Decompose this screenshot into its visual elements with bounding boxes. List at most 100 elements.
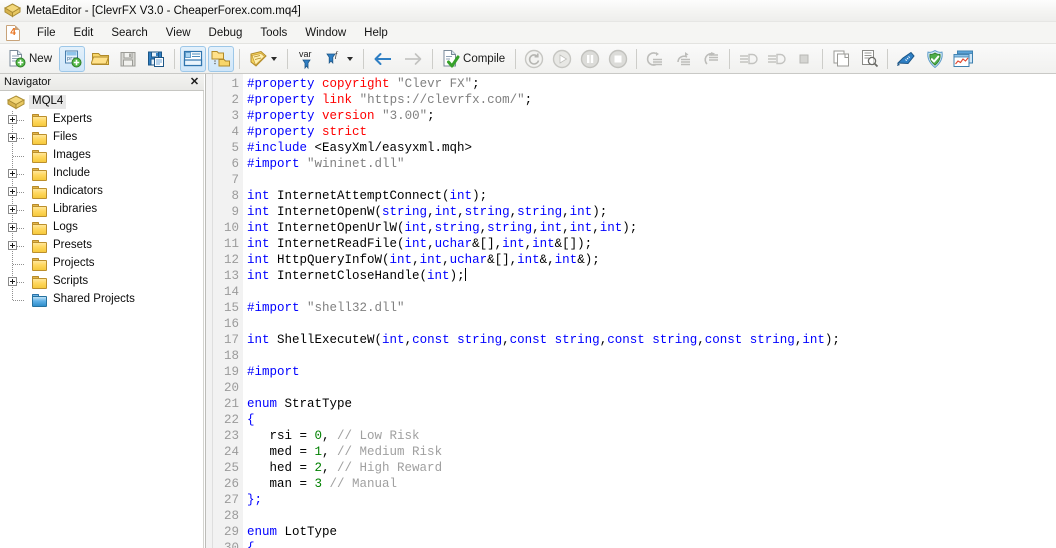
code-line[interactable]: enum StratType [247, 396, 1056, 412]
chevron-down-icon[interactable] [347, 56, 354, 61]
code-line[interactable] [247, 348, 1056, 364]
run-button[interactable] [549, 46, 575, 72]
tree-item-include[interactable]: Include [0, 165, 203, 183]
menu-edit[interactable]: Edit [65, 24, 103, 42]
play-circle-icon [552, 49, 572, 69]
menu-window[interactable]: Window [296, 24, 355, 42]
tree-item-scripts[interactable]: Scripts [0, 273, 203, 291]
expander-icon[interactable] [8, 115, 17, 124]
menu-view[interactable]: View [157, 24, 200, 42]
code-line[interactable]: #property link "https://clevrfx.com/"; [247, 92, 1056, 108]
code-line[interactable]: #include <EasyXml/easyxml.mqh> [247, 140, 1056, 156]
tree-item-images[interactable]: Images [0, 147, 203, 165]
tree-item-logs[interactable]: Logs [0, 219, 203, 237]
tree-item-experts[interactable]: Experts [0, 111, 203, 129]
close-icon[interactable]: ✕ [188, 76, 201, 88]
chevron-down-icon[interactable] [271, 56, 278, 61]
expander-icon[interactable] [8, 133, 17, 142]
tree-guide [6, 219, 32, 237]
step-into-button[interactable] [642, 46, 668, 72]
code-line[interactable] [247, 508, 1056, 524]
stop-button[interactable] [605, 46, 631, 72]
code-line[interactable]: #property strict [247, 124, 1056, 140]
toggle-folders-button[interactable] [208, 45, 235, 72]
save-all-button[interactable] [143, 46, 169, 72]
code-line[interactable]: { [247, 412, 1056, 428]
code-line[interactable]: enum LotType [247, 524, 1056, 540]
expander-icon[interactable] [8, 205, 17, 214]
expander-icon[interactable] [8, 187, 17, 196]
toggle-navigator-button[interactable] [180, 45, 207, 72]
back-button[interactable] [369, 46, 397, 72]
code-line[interactable]: hed = 2, // High Reward [247, 460, 1056, 476]
tree-item-mql4[interactable]: MQL4 [0, 93, 203, 111]
variables-button[interactable]: var [293, 46, 319, 72]
folder-tree-icon [211, 50, 231, 67]
code-line[interactable]: int InternetAttemptConnect(int); [247, 188, 1056, 204]
forward-button[interactable] [399, 46, 427, 72]
code-line[interactable]: #import "wininet.dll" [247, 156, 1056, 172]
code-line[interactable]: int HttpQueryInfoW(int,int,uchar&[],int&… [247, 252, 1056, 268]
code-line[interactable]: { [247, 540, 1056, 548]
code-line[interactable] [247, 380, 1056, 396]
compile-button[interactable]: Compile [438, 46, 510, 72]
code-line[interactable] [247, 172, 1056, 188]
code-line[interactable]: int InternetCloseHandle(int); [247, 268, 1056, 284]
code-editor[interactable]: 1 2 3 4 5 6 7 8 9 10 11 12 13 14 15 16 17 18 19 20 21 22 23 24 2… [205, 74, 1056, 548]
step-out-button[interactable] [698, 46, 724, 72]
folder-icon [32, 167, 48, 181]
expander-icon[interactable] [8, 277, 17, 286]
debug-resume-button[interactable] [763, 46, 789, 72]
code-line[interactable]: #import "shell32.dll" [247, 300, 1056, 316]
inspect-button[interactable] [856, 46, 882, 72]
functions-button[interactable]: f [321, 46, 358, 72]
open-button[interactable] [87, 46, 113, 72]
tree-item-files[interactable]: Files [0, 129, 203, 147]
expander-icon[interactable] [8, 223, 17, 232]
tree-item-shared-projects[interactable]: Shared Projects [0, 291, 203, 309]
code-line[interactable]: int InternetReadFile(int,uchar&[],int,in… [247, 236, 1056, 252]
tree-item-projects[interactable]: Projects [0, 255, 203, 273]
style-button[interactable] [893, 46, 920, 72]
code-line[interactable]: man = 3 // Manual [247, 476, 1056, 492]
code-scroll-area[interactable]: 1 2 3 4 5 6 7 8 9 10 11 12 13 14 15 16 17 18 19 20 21 22 23 24 2… [213, 74, 1056, 548]
save-button[interactable] [115, 46, 141, 72]
code-line[interactable]: int InternetOpenW(string,int,string,stri… [247, 204, 1056, 220]
code-line[interactable]: #property version "3.00"; [247, 108, 1056, 124]
menu-file[interactable]: File [28, 24, 65, 42]
menu-help[interactable]: Help [355, 24, 397, 42]
tree-item-libraries[interactable]: Libraries [0, 201, 203, 219]
code-line[interactable]: int InternetOpenUrlW(int,string,string,i… [247, 220, 1056, 236]
menu-debug[interactable]: Debug [200, 24, 252, 42]
security-button[interactable] [922, 46, 948, 72]
save-all-disk-icon [147, 50, 165, 68]
code-line[interactable] [247, 316, 1056, 332]
debug-start-button[interactable] [735, 46, 761, 72]
code-line[interactable]: #property copyright "Clevr FX"; [247, 76, 1056, 92]
debug-stop-button[interactable] [791, 46, 817, 72]
pause-button[interactable] [577, 46, 603, 72]
menu-tools[interactable]: Tools [251, 24, 296, 42]
code-line[interactable]: int ShellExecuteW(int,const string,const… [247, 332, 1056, 348]
notes-button[interactable] [245, 46, 282, 72]
line-number: 16 [223, 317, 239, 331]
step-over-button[interactable] [670, 46, 696, 72]
code-line[interactable]: rsi = 0, // Low Risk [247, 428, 1056, 444]
new-project-button[interactable]: proj [59, 45, 86, 72]
code-line[interactable] [247, 284, 1056, 300]
expander-icon[interactable] [8, 241, 17, 250]
terminal-button[interactable] [950, 46, 977, 72]
tree-item-presets[interactable]: Presets [0, 237, 203, 255]
code-line[interactable]: #import [247, 364, 1056, 380]
restart-button[interactable] [521, 46, 547, 72]
code-line[interactable]: med = 1, // Medium Risk [247, 444, 1056, 460]
code-text[interactable]: #property copyright "Clevr FX"; #property… [243, 74, 1056, 548]
navigator-title: Navigator [4, 76, 52, 88]
editor-margin-strip [206, 74, 213, 548]
copy-button[interactable] [828, 46, 854, 72]
expander-icon[interactable] [8, 169, 17, 178]
menu-search[interactable]: Search [102, 24, 156, 42]
new-file-button[interactable]: New [4, 46, 57, 72]
code-line[interactable]: }; [247, 492, 1056, 508]
tree-item-indicators[interactable]: Indicators [0, 183, 203, 201]
